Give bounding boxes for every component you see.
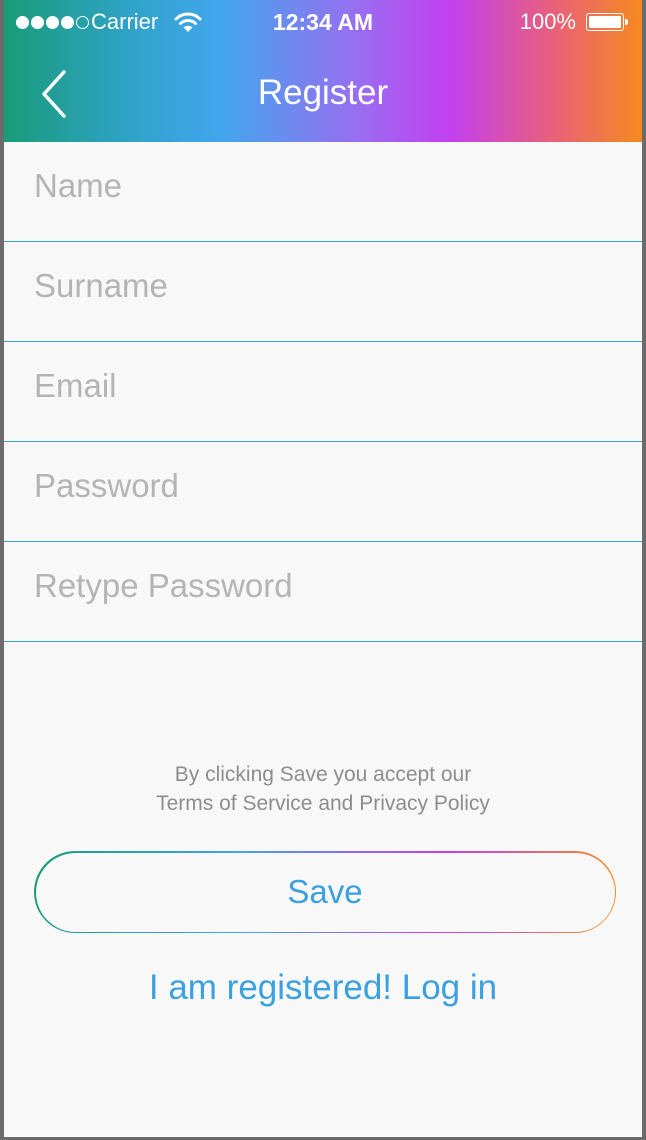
- retype-password-field-row: [4, 542, 642, 642]
- login-link[interactable]: I am registered! Log in: [4, 966, 642, 1010]
- status-bar: Carrier 12:34 AM 100%: [4, 0, 642, 44]
- battery-percentage: 100%: [519, 9, 576, 34]
- password-input[interactable]: [34, 462, 614, 510]
- terms-line-1: By clicking Save you accept our: [174, 763, 472, 786]
- page-title: Register: [257, 73, 389, 112]
- register-screen: Carrier 12:34 AM 100% Register Name Surn…: [4, 0, 642, 1137]
- save-button[interactable]: Save: [34, 851, 616, 933]
- retype-password-input[interactable]: [34, 562, 614, 610]
- password-field-row: [4, 442, 642, 542]
- terms-notice: By clicking Save you accept our Terms of…: [4, 760, 642, 818]
- email-input[interactable]: [34, 362, 614, 410]
- save-button-label: Save: [35, 852, 615, 932]
- battery-icon: [586, 13, 628, 31]
- name-field-row: [4, 142, 642, 242]
- email-field-row: [4, 342, 642, 442]
- terms-line-2: Terms of Service and Privacy Policy: [156, 792, 490, 815]
- header: Carrier 12:34 AM 100% Register: [4, 0, 642, 142]
- surname-input[interactable]: [34, 262, 614, 310]
- name-input[interactable]: [34, 162, 614, 210]
- surname-field-row: [4, 242, 642, 342]
- register-form: [4, 142, 642, 642]
